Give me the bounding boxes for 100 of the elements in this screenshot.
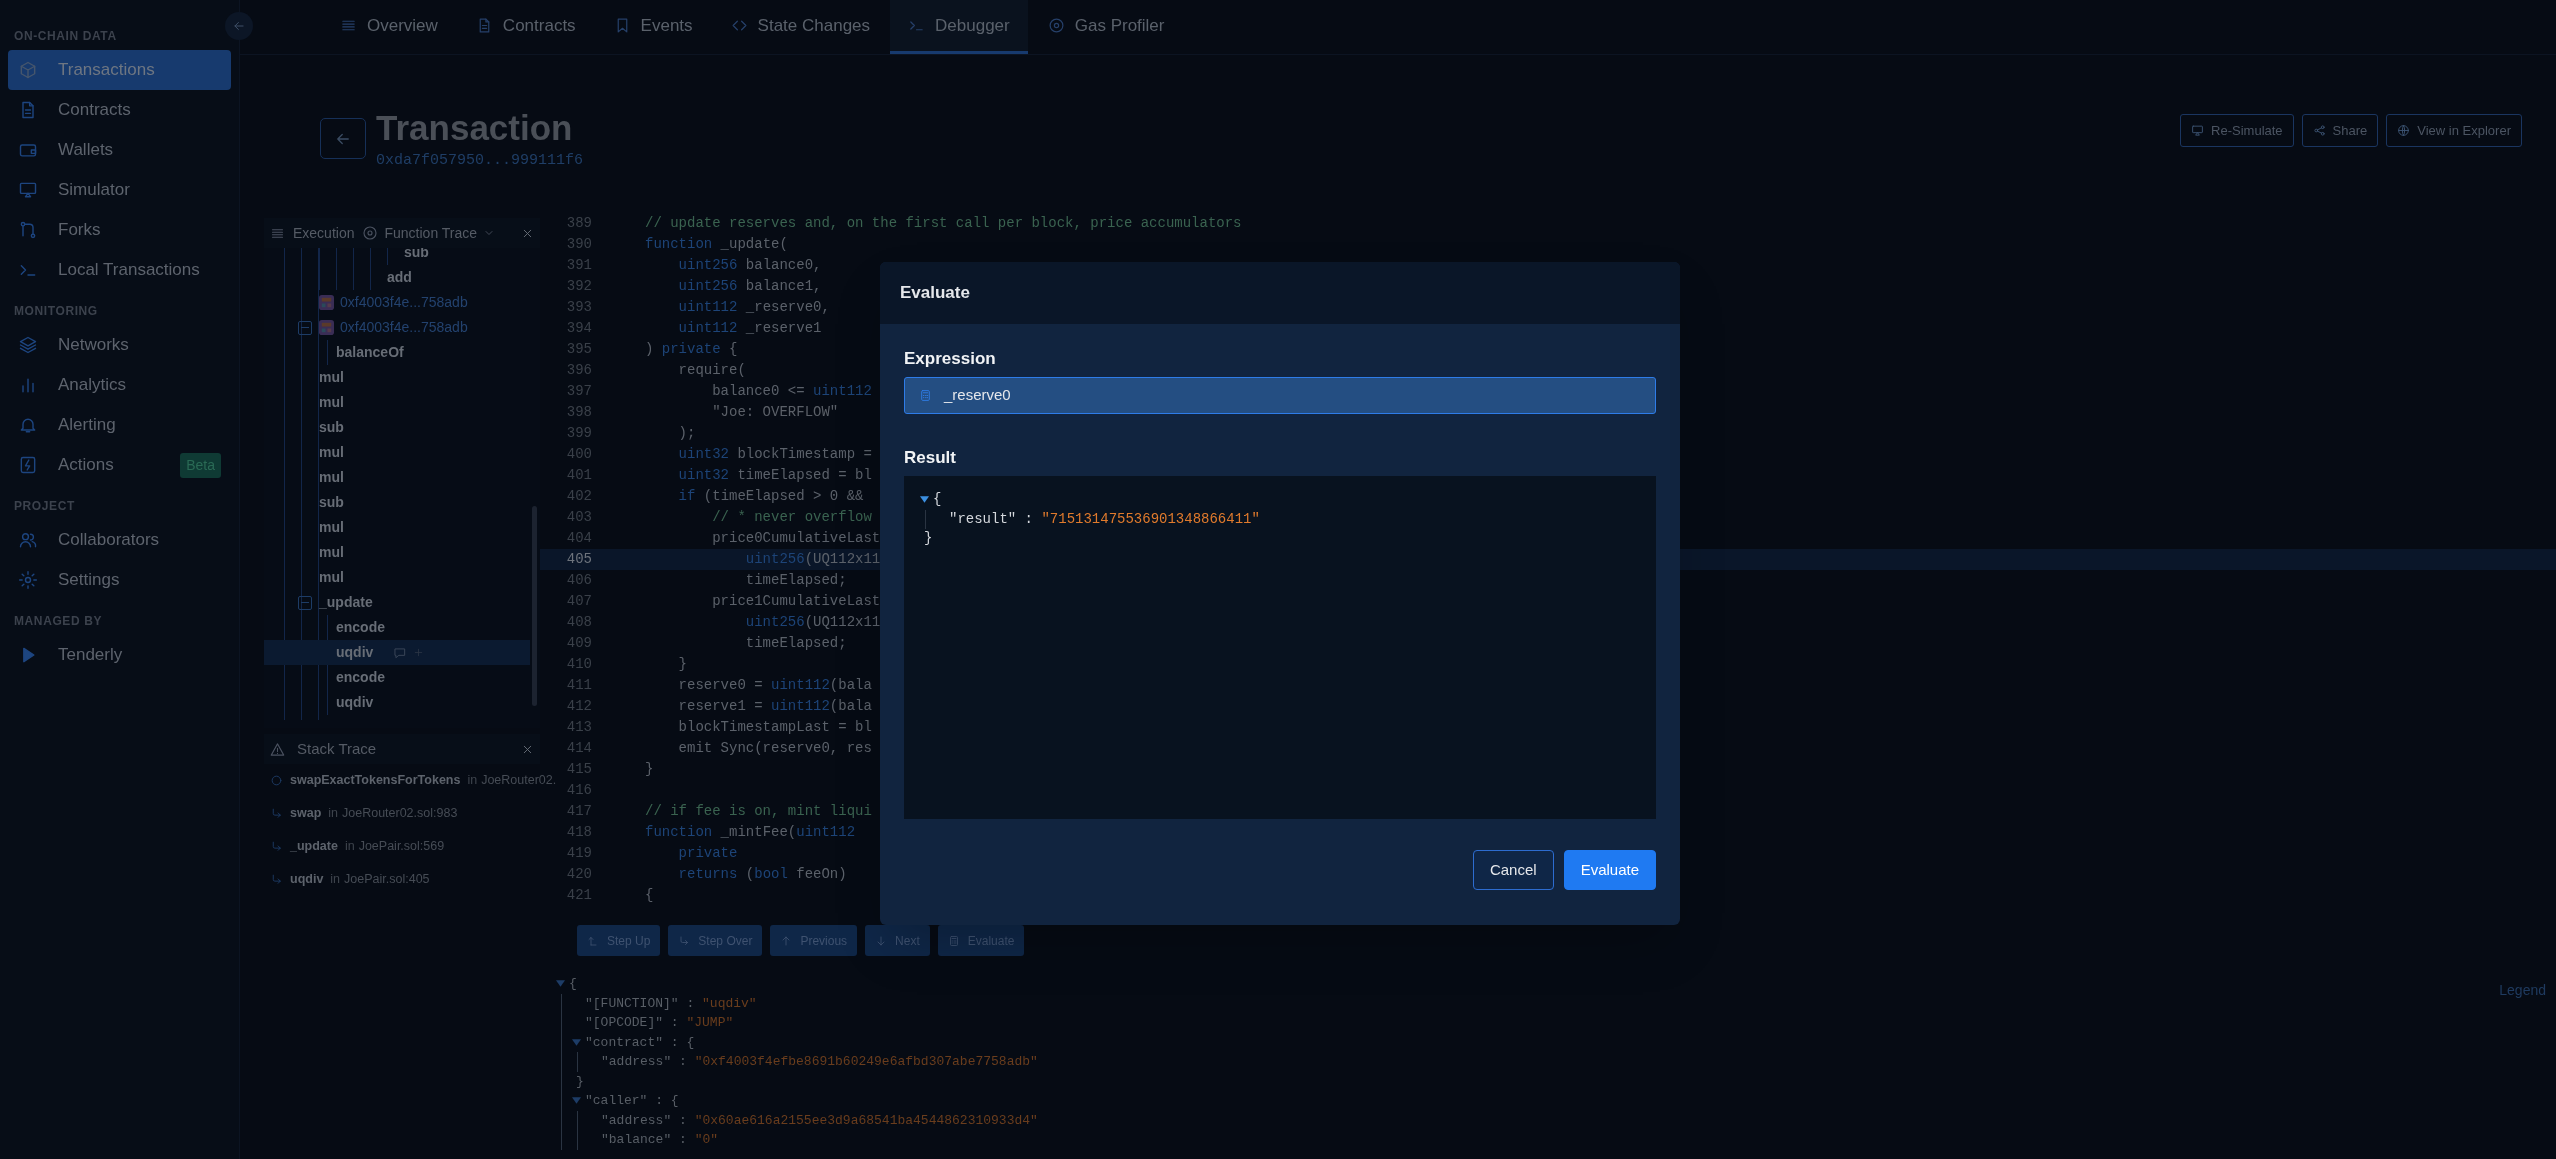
trace-item[interactable]: 0xf4003f4e...758adb	[319, 315, 540, 340]
trace-item[interactable]: balanceOf	[336, 340, 540, 365]
collapse-toggle[interactable]	[298, 595, 312, 610]
comment-icon	[393, 645, 408, 660]
field-label: Expression	[904, 348, 997, 370]
json-line: }	[575, 1072, 584, 1091]
code-line: ) private {	[645, 340, 738, 359]
sidebar-item[interactable]: Networks	[8, 325, 231, 365]
trace-item[interactable]: mul	[319, 440, 540, 465]
panel-title: Stack Trace	[297, 738, 378, 759]
sidebar-item[interactable]: Wallets	[8, 130, 231, 170]
trace-item[interactable]: sub	[319, 490, 540, 515]
sidebar-item[interactable]: Transactions	[8, 50, 231, 90]
header-action-button[interactable]: Share	[2301, 114, 2379, 147]
dialog-button[interactable]: Evaluate	[1563, 850, 1656, 890]
sidebar-item[interactable]: Settings	[8, 560, 231, 600]
code-line: );	[677, 424, 696, 443]
calculator-icon	[919, 389, 932, 402]
code-line: }	[645, 760, 654, 779]
sidebar-item[interactable]: Contracts	[8, 90, 231, 130]
tab[interactable]: Contracts	[457, 0, 594, 54]
tab[interactable]: State Changes	[712, 0, 889, 54]
json-line: {	[556, 974, 577, 994]
dialog-button[interactable]: Cancel	[1472, 850, 1554, 890]
code-line: price1CumulativeLast	[711, 592, 881, 611]
transaction-hash: 0xda7f057950...999111f6	[376, 151, 584, 171]
sidebar-item[interactable]: Tenderly	[8, 635, 231, 675]
warning-icon	[270, 741, 285, 757]
circle-icon	[270, 774, 283, 787]
code-line: uint256(UQ112x11	[744, 550, 881, 569]
sidebar-item[interactable]: Simulator	[8, 170, 231, 210]
contract-avatar-icon	[319, 295, 334, 310]
code-line: uint112 _reserve0,	[677, 298, 830, 317]
legend-link[interactable]: Legend	[2499, 980, 2546, 1001]
json-line: "[FUNCTION]" : "uqdiv"	[584, 994, 757, 1013]
sidebar-item[interactable]: Local Transactions	[8, 250, 231, 290]
target-icon	[362, 225, 379, 241]
code-line: uint32 timeElapsed = bl	[677, 466, 872, 485]
trace-item[interactable]: add	[387, 265, 540, 290]
return-arrow-icon	[270, 873, 283, 886]
code-line: uint256(UQ112x11	[744, 613, 881, 632]
sidebar-item[interactable]: Forks	[8, 210, 231, 250]
cube-icon	[18, 60, 38, 80]
sidebar-item[interactable]: Collaborators	[8, 520, 231, 560]
json-line: "contract" : {	[572, 1032, 695, 1052]
calculator-icon	[947, 934, 960, 947]
trace-item[interactable]: uqdiv	[264, 640, 530, 665]
code-line: private	[677, 844, 738, 863]
header-action-button[interactable]: Re-Simulate	[2180, 114, 2294, 147]
expression-field[interactable]: _reserve0	[904, 377, 1656, 414]
trace-item[interactable]: encode	[336, 615, 540, 640]
trace-item[interactable]: mul	[319, 465, 540, 490]
code-line: "Joe: OVERFLOW"	[711, 403, 839, 422]
header-action-button[interactable]: View in Explorer	[2386, 114, 2522, 147]
trace-item[interactable]: mul	[319, 565, 540, 590]
globe-icon	[2397, 124, 2411, 137]
code-line: uint32 blockTimestamp =	[677, 445, 872, 464]
json-line: "address" : "0xf4003f4efbe8691b60249e6afbd307abe7758adb"	[600, 1053, 1038, 1071]
code-line: {	[645, 886, 654, 905]
panel-title: Execution	[293, 223, 355, 243]
page-title: Transaction	[376, 107, 574, 149]
trace-item[interactable]: sub	[319, 415, 540, 440]
trace-item[interactable]: mul	[319, 390, 540, 415]
code-line: reserve1 = uint112(bala	[677, 697, 872, 716]
trace-mode-dropdown[interactable]: Function Trace	[362, 222, 496, 244]
code-line: blockTimestampLast = bl	[677, 718, 872, 737]
collapse-toggle[interactable]	[298, 320, 312, 335]
step-over-icon	[678, 934, 691, 947]
collapse-button[interactable]	[225, 12, 253, 40]
tab[interactable]: Events	[595, 0, 711, 54]
stack-frame[interactable]: swap in JoeRouter02.sol:983	[264, 797, 464, 830]
branch-icon	[18, 220, 38, 240]
code-line: if (timeElapsed > 0 &&	[677, 487, 864, 506]
stack-frame[interactable]: uqdiv in JoePair.sol:405	[264, 863, 436, 896]
line-number: 405	[565, 550, 592, 569]
step-up-icon	[587, 934, 599, 947]
trace-item[interactable]: mul	[319, 365, 540, 390]
trace-item[interactable]: mul	[319, 540, 540, 565]
bolt-icon	[18, 455, 38, 475]
tab[interactable]: Debugger	[890, 0, 1028, 54]
chevron-left-icon	[232, 19, 246, 33]
sidebar-item[interactable]: Analytics	[8, 365, 231, 405]
contract-avatar-icon	[319, 320, 334, 335]
trace-item[interactable]: encode	[336, 665, 540, 690]
trace-item[interactable]: 0xf4003f4e...758adb	[319, 290, 540, 315]
sidebar-item[interactable]: Alerting	[8, 405, 231, 445]
code-line: balance0 <= uint112	[711, 382, 872, 401]
trace-item[interactable]: uqdiv	[336, 690, 540, 715]
code-line: function _update(	[645, 235, 788, 254]
code-line: timeElapsed;	[744, 634, 847, 653]
trace-item[interactable]: mul	[319, 515, 540, 540]
trace-item[interactable]: _update	[319, 590, 540, 615]
json-line: {	[920, 490, 942, 510]
tab[interactable]: Gas Profiler	[1029, 0, 1183, 54]
code-line: reserve0 = uint112(bala	[677, 676, 872, 695]
code-line: // update reserves and, on the first call per block, price accumulators	[645, 214, 1242, 233]
tab[interactable]: Overview	[322, 0, 456, 54]
code-line: // * never overflow	[711, 508, 872, 527]
scrollbar-thumb[interactable]	[532, 506, 537, 706]
back-button[interactable]	[320, 118, 366, 159]
